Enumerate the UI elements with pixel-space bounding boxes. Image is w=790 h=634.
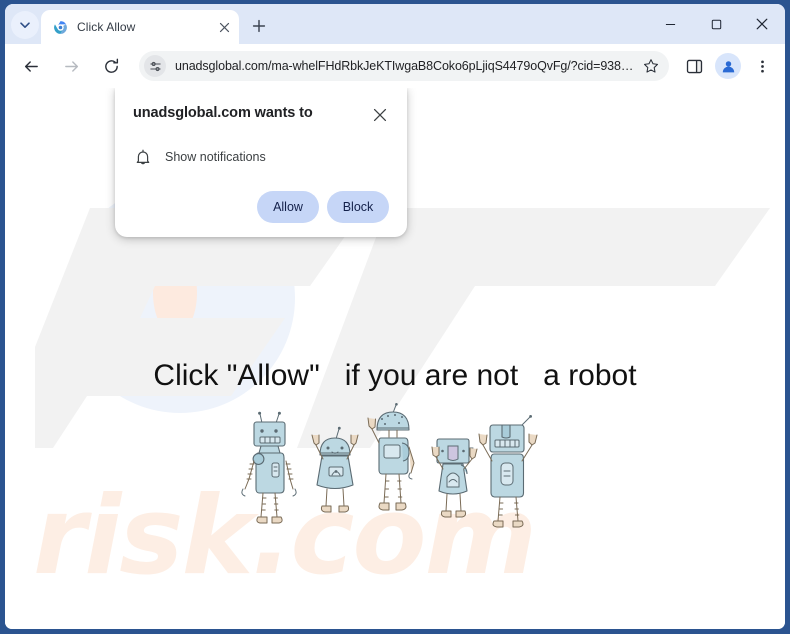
- close-button[interactable]: [739, 5, 785, 43]
- chevron-down-icon: [20, 22, 30, 28]
- window-frame: Click Allow unadsglobal.com/ma-whelFHdRb…: [0, 0, 790, 634]
- person-icon: [722, 60, 734, 72]
- minimize-button[interactable]: [647, 5, 693, 43]
- window-controls: [647, 4, 785, 44]
- block-button[interactable]: Block: [327, 191, 389, 223]
- tab-strip: Click Allow: [5, 4, 785, 44]
- more-vertical-icon: [760, 59, 764, 73]
- permission-row: Show notifications: [133, 147, 391, 167]
- robot-illustration: .rb { fill:#bcd8e2; stroke:#5b6b73; stro…: [241, 403, 538, 528]
- back-button[interactable]: [16, 51, 46, 81]
- bell-icon: [133, 147, 153, 167]
- tab-search-button[interactable]: [11, 11, 39, 39]
- page-viewport: risk.com Click "Allow" if you are not a …: [5, 88, 785, 629]
- chrome-menu-button[interactable]: [747, 51, 777, 81]
- bookmark-star-icon[interactable]: [639, 54, 663, 78]
- close-icon: [756, 18, 768, 30]
- address-bar[interactable]: unadsglobal.com/ma-whelFHdRbkJeKTIwgaB8C…: [139, 51, 669, 81]
- close-icon: [373, 108, 387, 122]
- arrow-right-icon: [64, 60, 78, 72]
- tab-close-icon[interactable]: [215, 18, 233, 36]
- maximize-icon: [711, 19, 721, 29]
- plus-icon: [252, 19, 266, 33]
- url-text: unadsglobal.com/ma-whelFHdRbkJeKTIwgaB8C…: [175, 59, 639, 73]
- side-panel-button[interactable]: [679, 51, 709, 81]
- avatar: [715, 53, 741, 79]
- tab-click-allow[interactable]: Click Allow: [41, 10, 239, 44]
- site-settings-icon[interactable]: [144, 55, 166, 77]
- tab-title: Click Allow: [77, 20, 136, 34]
- side-panel-icon: [686, 59, 702, 73]
- browser-window: Click Allow unadsglobal.com/ma-whelFHdRb…: [5, 4, 785, 629]
- dialog-actions: Allow Block: [133, 191, 391, 223]
- arrow-left-icon: [24, 60, 38, 72]
- reload-icon: [104, 58, 118, 73]
- browser-toolbar: unadsglobal.com/ma-whelFHdRbkJeKTIwgaB8C…: [5, 44, 785, 88]
- forward-button[interactable]: [56, 51, 86, 81]
- maximize-button[interactable]: [693, 5, 739, 43]
- chrome-spinner-icon: [52, 19, 68, 35]
- profile-button[interactable]: [713, 51, 743, 81]
- allow-button[interactable]: Allow: [257, 191, 319, 223]
- permission-label: Show notifications: [165, 150, 266, 164]
- minimize-icon: [665, 23, 675, 25]
- notification-permission-dialog: unadsglobal.com wants to Show notificati…: [115, 88, 407, 237]
- page-headline: Click "Allow" if you are not a robot: [153, 359, 637, 392]
- reload-button[interactable]: [96, 51, 126, 81]
- dialog-header: unadsglobal.com wants to: [133, 104, 391, 126]
- watermark-dot: [153, 251, 197, 335]
- dialog-close-button[interactable]: [369, 104, 391, 126]
- dialog-title: unadsglobal.com wants to: [133, 105, 313, 121]
- new-tab-button[interactable]: [245, 12, 273, 40]
